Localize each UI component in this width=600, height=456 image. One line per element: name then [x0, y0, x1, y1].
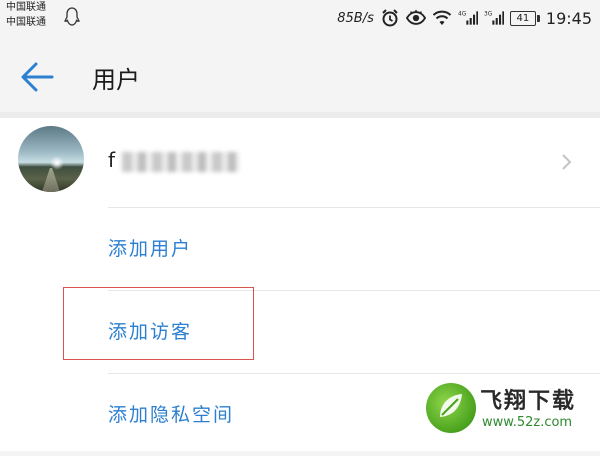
carrier-info: 中国联通 中国联通 [6, 0, 46, 30]
carrier-1: 中国联通 [6, 2, 46, 13]
watermark-brand: 飞翔下载 [480, 389, 577, 414]
avatar [18, 126, 84, 192]
user-name: f [108, 148, 116, 172]
clock: 19:45 [545, 8, 592, 28]
status-icons: 85B/s 4G 3G 41 19:45 [337, 4, 592, 32]
wifi-icon [432, 10, 452, 25]
back-arrow-icon[interactable] [18, 58, 56, 96]
highlight-box [63, 287, 254, 360]
eye-icon [405, 9, 426, 25]
qq-icon [64, 7, 80, 26]
svg-text:3G: 3G [484, 12, 493, 18]
app-header: 用户 [0, 38, 600, 112]
blurred-username [122, 152, 240, 172]
add-user-button[interactable]: 添加用户 [108, 208, 600, 290]
page-title: 用户 [92, 66, 140, 94]
watermark-url: www.52z.com [482, 415, 573, 430]
alarm-icon [382, 9, 398, 27]
svg-text:4G: 4G [458, 12, 467, 18]
net-speed: 85B/s [337, 10, 374, 26]
chevron-right-icon [562, 154, 572, 170]
watermark: 飞翔下载 www.52z.com [416, 375, 596, 439]
status-bar: 中国联通 中国联通 85B/s 4G 3G 41 19:45 [0, 0, 600, 38]
carrier-2: 中国联通 [6, 17, 46, 28]
signal-3g-icon: 3G [484, 11, 504, 25]
signal-4g-icon: 4G [458, 11, 478, 25]
battery-icon: 41 [509, 10, 540, 26]
current-user-row[interactable]: f [0, 118, 600, 208]
leaf-icon [440, 394, 462, 417]
